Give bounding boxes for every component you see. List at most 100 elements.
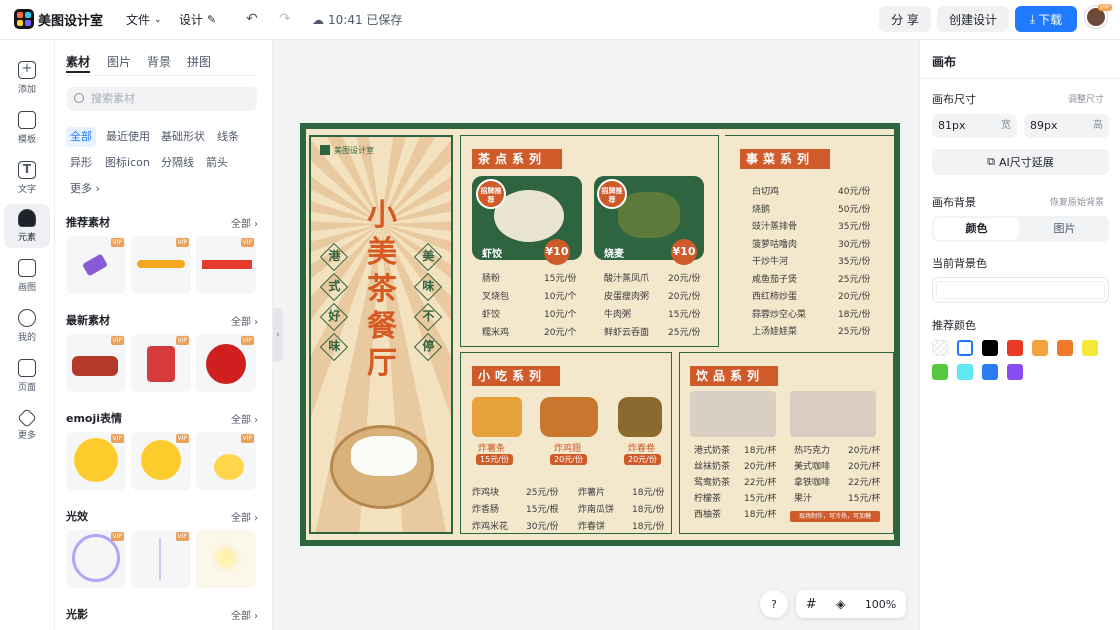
- signature-item-name: 菠萝咕噜肉: [752, 239, 798, 250]
- help-button[interactable]: ?: [760, 590, 788, 618]
- signature-item-price: 25元/份: [838, 327, 871, 337]
- tea-item-name: 虾饺: [482, 249, 502, 260]
- vip-badge: VIP: [1098, 4, 1112, 11]
- swatch-color[interactable]: [982, 364, 998, 380]
- tea-section-title: 茶点系列: [472, 149, 562, 169]
- swatch-color[interactable]: [932, 364, 948, 380]
- section-all-link[interactable]: 全部 ›: [231, 607, 258, 622]
- signature-item-name: 干炒牛河: [752, 257, 789, 267]
- rail-item-add[interactable]: + 添加: [4, 56, 50, 100]
- slogan-diamond: 美: [413, 242, 443, 272]
- swatch-color[interactable]: [1007, 364, 1023, 380]
- section-all-link[interactable]: 全部 ›: [231, 411, 258, 426]
- current-bg-label: 当前背景色: [932, 257, 987, 270]
- slogan-diamond: 好: [319, 302, 349, 332]
- tab-collage[interactable]: 拼图: [187, 53, 211, 70]
- material-thumb[interactable]: VIP: [66, 334, 126, 392]
- material-thumb[interactable]: VIP: [196, 432, 256, 490]
- drink-item-price: 22元/杯: [848, 478, 881, 488]
- material-thumb[interactable]: VIP: [131, 432, 191, 490]
- swatch-color[interactable]: [957, 340, 973, 356]
- rail-item-draw[interactable]: 画图: [4, 254, 50, 298]
- swatch-transparent[interactable]: [932, 340, 948, 356]
- grid-icon[interactable]: #: [806, 597, 817, 612]
- drink-note: 现场制作，可冷热，可加糖: [790, 511, 880, 522]
- material-thumb[interactable]: VIP: [131, 334, 191, 392]
- swatch-color[interactable]: [1032, 340, 1048, 356]
- material-thumb[interactable]: VIP: [66, 530, 126, 588]
- redo-icon[interactable]: ↷: [279, 11, 291, 27]
- height-field[interactable]: 89px 高: [1024, 114, 1109, 138]
- chip-all[interactable]: 全部: [66, 127, 96, 147]
- ai-extend-button[interactable]: ⧉ AI尺寸延展: [932, 149, 1109, 175]
- rail-item-text[interactable]: T 文字: [4, 156, 50, 200]
- material-thumb[interactable]: VIP: [131, 236, 191, 294]
- swatch-color[interactable]: [1057, 340, 1073, 356]
- milk-tea-image: [690, 391, 776, 437]
- slogan-diamond: 港: [319, 242, 349, 272]
- glow-shape: [218, 550, 234, 566]
- search-input[interactable]: 搜索素材: [67, 87, 257, 111]
- file-menu[interactable]: 文件 ⌄: [126, 11, 162, 28]
- chip-arrows[interactable]: 箭头: [202, 153, 232, 173]
- swatch-color[interactable]: [1007, 340, 1023, 356]
- section-all-label: 全部: [231, 513, 251, 524]
- snack-item-price: 20元/份: [624, 454, 661, 465]
- save-status: ☁ 10:41 已保存: [312, 11, 402, 28]
- rail-item-template[interactable]: 模板: [4, 106, 50, 150]
- chip-more[interactable]: 更多 ›: [66, 179, 104, 199]
- undo-icon[interactable]: ↶: [246, 11, 258, 27]
- material-thumb[interactable]: VIP: [196, 236, 256, 294]
- tea-badge: 招牌推荐: [597, 179, 627, 209]
- app-brand[interactable]: 美图设计室: [38, 10, 103, 29]
- swatch-color[interactable]: [982, 340, 998, 356]
- chip-basic-shapes[interactable]: 基础形状: [157, 127, 209, 147]
- tab-image[interactable]: 图片: [107, 53, 131, 70]
- section-all-link[interactable]: 全部 ›: [231, 215, 258, 230]
- material-thumb[interactable]: VIP: [131, 530, 191, 588]
- design-menu[interactable]: 设计 ✎: [179, 11, 216, 28]
- section-all-link[interactable]: 全部 ›: [231, 313, 258, 328]
- section-all-link[interactable]: 全部 ›: [231, 509, 258, 524]
- rail-item-elements[interactable]: 元素: [4, 204, 50, 248]
- rail-item-mine[interactable]: 我的: [4, 304, 50, 348]
- download-button[interactable]: ⤓ 下载: [1015, 6, 1077, 32]
- section-title: emoji表情: [66, 412, 123, 425]
- chip-lines[interactable]: 线条: [213, 127, 243, 147]
- app-logo-icon[interactable]: [14, 9, 34, 29]
- width-field[interactable]: 81px 宽: [932, 114, 1017, 138]
- chip-irregular[interactable]: 异形: [66, 153, 96, 173]
- layers-icon[interactable]: ◈: [836, 597, 845, 611]
- panel-collapse-handle[interactable]: ‹: [273, 308, 283, 362]
- material-thumb[interactable]: [196, 530, 256, 588]
- reset-bg-link[interactable]: 恢复原始背景: [1050, 195, 1104, 208]
- material-thumb[interactable]: VIP: [196, 334, 256, 392]
- chip-recent[interactable]: 最近使用: [102, 127, 154, 147]
- tab-material[interactable]: 素材: [66, 53, 90, 70]
- emoji-scared-icon: [74, 438, 118, 482]
- snack-item-name: 炸鸡米花: [472, 522, 509, 532]
- bg-tab-color[interactable]: 颜色: [934, 218, 1019, 240]
- create-design-button[interactable]: 创建设计: [937, 6, 1009, 32]
- slogan-diamond: 味: [319, 332, 349, 362]
- chip-dividers[interactable]: 分隔线: [157, 153, 198, 173]
- drink-item-name: 果汁: [794, 494, 813, 504]
- drink-item-name: 热巧克力: [794, 446, 831, 456]
- resize-link[interactable]: 调整尺寸: [1068, 92, 1104, 105]
- slogan-char: 不: [422, 309, 435, 324]
- menu-canvas[interactable]: 美图设计室 小 美 茶 餐 厅 港 式 好 味 美 味 不 停 茶点系列 招牌推…: [300, 123, 900, 546]
- swatch-color[interactable]: [1082, 340, 1098, 356]
- swatch-color[interactable]: [957, 364, 973, 380]
- share-button[interactable]: 分 享: [879, 6, 931, 32]
- bg-tab-image[interactable]: 图片: [1022, 218, 1107, 240]
- current-bg-swatch[interactable]: [932, 277, 1109, 303]
- rail-item-pages[interactable]: 页面: [4, 354, 50, 398]
- tea-item-price: ¥10: [671, 239, 697, 265]
- material-thumb[interactable]: VIP: [66, 432, 126, 490]
- zoom-level[interactable]: 100%: [865, 598, 896, 611]
- material-thumb[interactable]: VIP: [66, 236, 126, 294]
- signature-item-name: 白切鸡: [752, 187, 780, 197]
- tab-background[interactable]: 背景: [147, 53, 171, 70]
- chip-icons[interactable]: 图标icon: [101, 153, 154, 173]
- rail-item-more[interactable]: 更多: [4, 404, 50, 448]
